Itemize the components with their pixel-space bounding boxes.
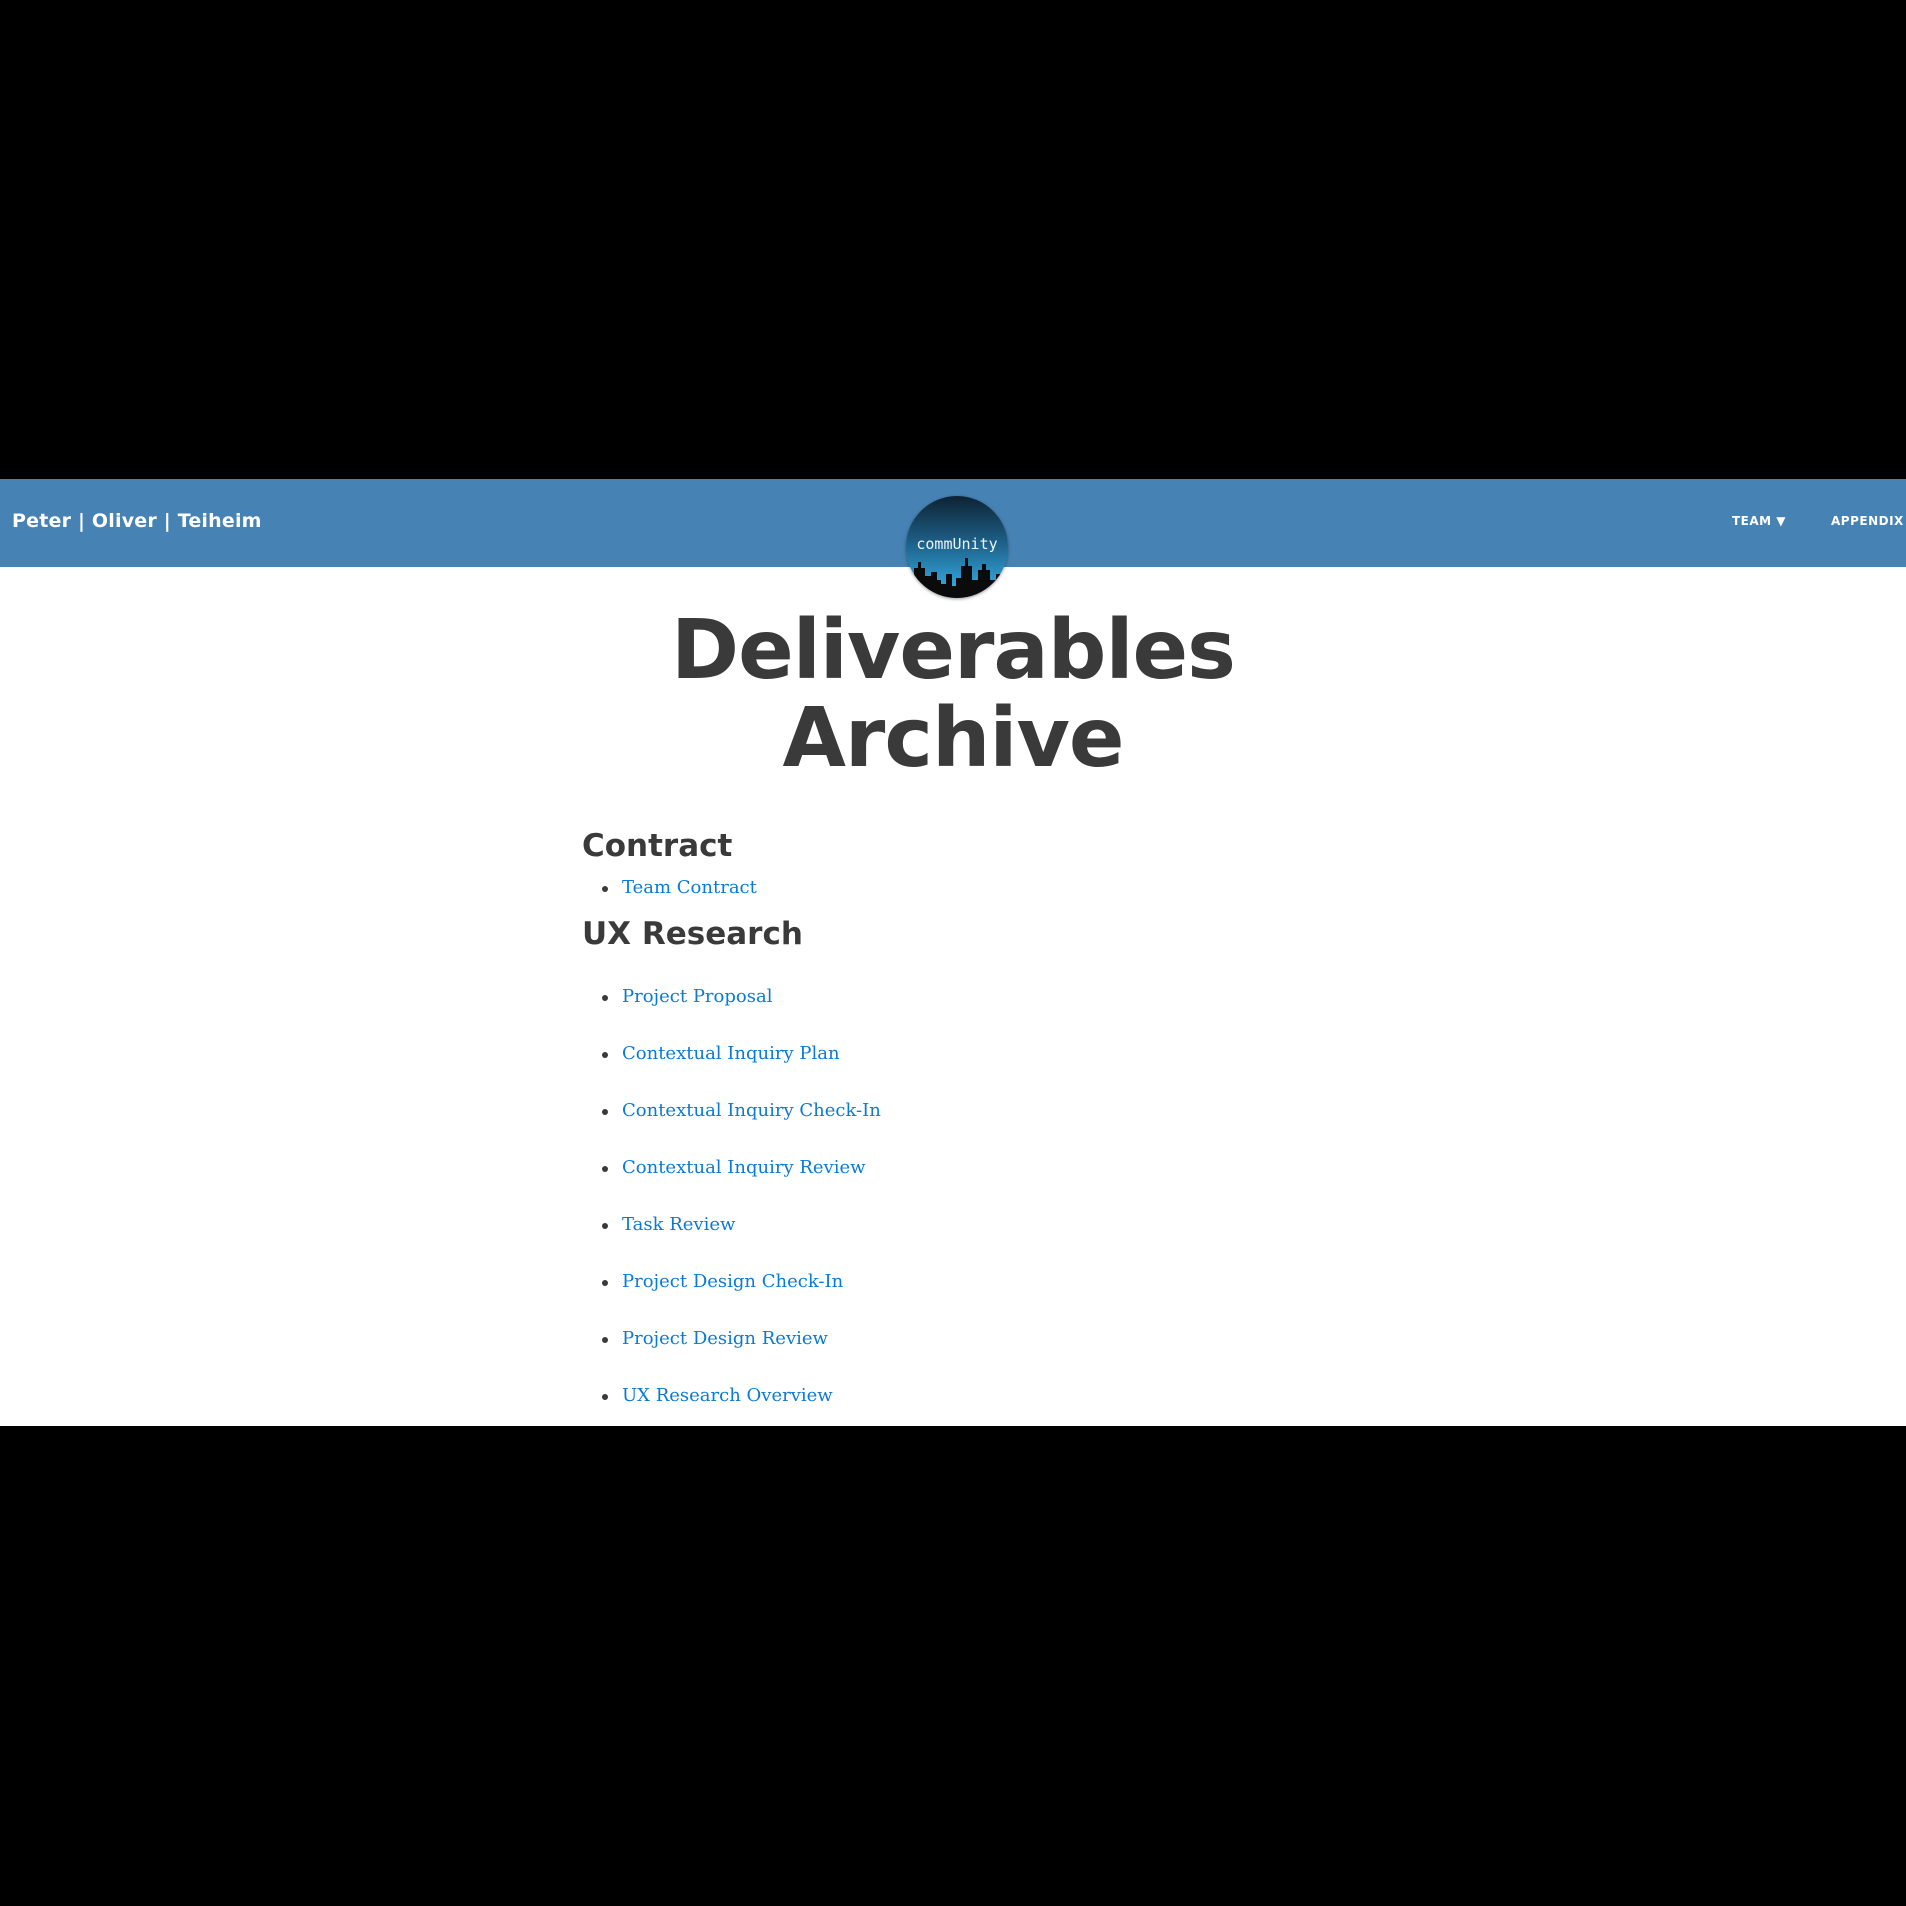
team-dropdown-link[interactable]: TEAM ▼ xyxy=(1732,514,1786,528)
bullet-icon xyxy=(602,1337,608,1343)
list-item: Project Design Review xyxy=(582,1327,881,1351)
bullet-icon xyxy=(602,1280,608,1286)
bullet-icon xyxy=(602,886,608,892)
list-item: Contextual Inquiry Plan xyxy=(582,1042,881,1066)
brand-link[interactable]: Peter | Oliver | Teiheim xyxy=(12,510,262,532)
list-item: Contextual Inquiry Review xyxy=(582,1156,881,1180)
title-line-2: Archive xyxy=(782,691,1124,786)
title-line-1: Deliverables xyxy=(671,603,1236,698)
bullet-icon xyxy=(602,1394,608,1400)
list-item: UX Research Overview xyxy=(582,1384,881,1408)
ux-research-heading: UX Research xyxy=(582,916,803,952)
list-item: Project Design Check-In xyxy=(582,1270,881,1294)
team-contract-link[interactable]: Team Contract xyxy=(622,877,757,898)
page-title: Deliverables Archive xyxy=(0,607,1906,783)
bullet-icon xyxy=(602,1223,608,1229)
contract-list: Team Contract xyxy=(582,876,757,900)
bullet-icon xyxy=(602,1052,608,1058)
list-item: Contextual Inquiry Check-In xyxy=(582,1099,881,1123)
contextual-inquiry-review-link[interactable]: Contextual Inquiry Review xyxy=(622,1157,866,1178)
project-design-check-in-link[interactable]: Project Design Check-In xyxy=(622,1271,843,1292)
logo-text: commUnity xyxy=(916,535,997,553)
ux-research-list: Project Proposal Contextual Inquiry Plan… xyxy=(582,985,881,1426)
appendix-link[interactable]: APPENDIX xyxy=(1831,514,1904,528)
bullet-icon xyxy=(602,995,608,1001)
list-item: Task Review xyxy=(582,1213,881,1237)
project-proposal-link[interactable]: Project Proposal xyxy=(622,986,772,1007)
task-review-link[interactable]: Task Review xyxy=(622,1214,735,1235)
ux-research-overview-link[interactable]: UX Research Overview xyxy=(622,1385,833,1406)
project-design-review-link[interactable]: Project Design Review xyxy=(622,1328,828,1349)
browser-viewport: Peter | Oliver | Teiheim TEAM ▼ APPENDIX… xyxy=(0,479,1906,1426)
contextual-inquiry-plan-link[interactable]: Contextual Inquiry Plan xyxy=(622,1043,840,1064)
list-item: Team Contract xyxy=(582,876,757,900)
community-logo[interactable]: commUnity xyxy=(906,496,1008,598)
bullet-icon xyxy=(602,1109,608,1115)
skyline-logo-icon: commUnity xyxy=(906,496,1008,598)
contract-heading: Contract xyxy=(582,828,733,864)
list-item: Project Proposal xyxy=(582,985,881,1009)
bullet-icon xyxy=(602,1166,608,1172)
contextual-inquiry-check-in-link[interactable]: Contextual Inquiry Check-In xyxy=(622,1100,881,1121)
